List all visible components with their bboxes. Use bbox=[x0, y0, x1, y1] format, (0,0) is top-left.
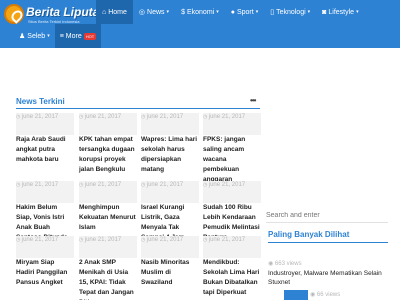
chevron-down-icon: ▾ bbox=[47, 33, 50, 39]
post-title[interactable]: FPKS: jangan saling ancam wacana pembeku… bbox=[203, 135, 261, 185]
eye-icon: ◉ bbox=[310, 292, 317, 298]
post-title[interactable]: Raja Arab Saudi angkat putra mahkota bar… bbox=[16, 135, 74, 165]
popular-views: ◉ 66 views bbox=[310, 292, 341, 298]
nav-item-label: More bbox=[65, 32, 82, 40]
nav-item-label: Lifestyle bbox=[328, 8, 355, 16]
nav-item-label: Teknologi bbox=[276, 8, 306, 16]
post-date: ◷ june 21, 2017 bbox=[16, 237, 59, 243]
post-date: ◷ june 21, 2017 bbox=[203, 237, 246, 243]
post-title[interactable]: Wapres: Lima hari sekolah harus dipersia… bbox=[141, 135, 199, 175]
popular-divider bbox=[268, 242, 388, 243]
secondary-nav: ♟ Seleb ▾ ≡ More HOT bbox=[14, 24, 102, 48]
ball-icon: ● bbox=[230, 8, 235, 16]
main-nav: ⌂ Home ◎ News ▾ $ Ekonomi ▾ ● Sport ▾ ▯ … bbox=[96, 0, 365, 24]
post-title[interactable]: Menghimpun Kekuatan Menurut Islam bbox=[79, 203, 137, 233]
popular-views: ◉ 663 views bbox=[268, 261, 302, 267]
nav-item-label: Ekonomi bbox=[186, 8, 215, 16]
section-title: News Terkini bbox=[16, 97, 65, 106]
post-title[interactable]: Mendikbud: Sekolah Lima Hari Bukan Dibat… bbox=[203, 258, 261, 298]
nav-item-lifestyle[interactable]: ◙ Lifestyle ▾ bbox=[316, 0, 364, 24]
post-title[interactable]: Miryam Siap Hadiri Panggilan Pansus Angk… bbox=[16, 258, 74, 288]
nav-item-sport[interactable]: ● Sport ▾ bbox=[225, 0, 264, 24]
chevron-down-icon: ▾ bbox=[255, 9, 259, 15]
popular-post-title[interactable]: Industroyer, Malware Mematikan Selain St… bbox=[268, 269, 400, 287]
menu-icon: ≡ bbox=[59, 32, 64, 40]
post-date: ◷ june 21, 2017 bbox=[16, 182, 59, 188]
nav-item-label: Seleb bbox=[27, 32, 46, 40]
more-options-icon[interactable]: ••• bbox=[250, 96, 256, 105]
nav-item-label: Home bbox=[108, 8, 127, 16]
post-date: ◷ june 21, 2017 bbox=[203, 114, 246, 120]
globe-icon: ◎ bbox=[138, 9, 146, 16]
post-date: ◷ june 21, 2017 bbox=[141, 114, 184, 120]
hot-badge: HOT bbox=[83, 32, 97, 40]
nav-item-news[interactable]: ◎ News ▾ bbox=[133, 0, 175, 24]
site-name: Berita Liputan bbox=[26, 5, 107, 19]
dollar-icon: $ bbox=[181, 8, 185, 16]
post-title[interactable]: 2 Anak SMP Menikah di Usia 15, KPAI: Tid… bbox=[79, 258, 137, 300]
popular-title: Paling Banyak Dilihat bbox=[268, 230, 350, 239]
nav-item-teknologi[interactable]: ▯ Teknologi ▾ bbox=[264, 0, 316, 24]
site-logo[interactable]: Berita Liputan Situs Berita Terkini Indo… bbox=[4, 4, 107, 26]
mobile-icon: ▯ bbox=[270, 9, 275, 16]
post-title[interactable]: KPK tahan empat tersangka dugaan korupsi… bbox=[79, 135, 137, 175]
nav-item-more[interactable]: ≡ More HOT bbox=[54, 24, 102, 48]
post-date: ◷ june 21, 2017 bbox=[203, 182, 246, 188]
post-date: ◷ june 21, 2017 bbox=[141, 182, 184, 188]
section-divider bbox=[16, 108, 260, 109]
chevron-down-icon: ▾ bbox=[356, 9, 359, 15]
post-title[interactable]: Nasib Minoritas Muslim di Swaziland bbox=[141, 258, 199, 288]
camera-icon: ◙ bbox=[322, 8, 327, 16]
chevron-down-icon: ▾ bbox=[166, 9, 170, 15]
nav-item-seleb[interactable]: ♟ Seleb ▾ bbox=[14, 24, 55, 48]
nav-item-ekonomi[interactable]: $ Ekonomi ▾ bbox=[175, 0, 225, 24]
post-date: ◷ june 21, 2017 bbox=[79, 237, 122, 243]
users-icon: ♟ bbox=[19, 33, 26, 40]
chevron-down-icon: ▾ bbox=[216, 9, 219, 15]
nav-item-label: Sport bbox=[236, 8, 254, 16]
post-date: ◷ june 21, 2017 bbox=[16, 114, 59, 120]
logo-icon bbox=[4, 4, 24, 24]
home-icon: ⌂ bbox=[102, 8, 107, 16]
site-header: Berita Liputan Situs Berita Terkini Indo… bbox=[0, 0, 400, 48]
post-date: ◷ june 21, 2017 bbox=[79, 182, 122, 188]
nav-item-label: News bbox=[147, 8, 165, 16]
search-box bbox=[266, 207, 388, 223]
chevron-down-icon: ▾ bbox=[307, 9, 311, 15]
post-date: ◷ june 21, 2017 bbox=[79, 114, 122, 120]
nav-item-home[interactable]: ⌂ Home bbox=[96, 0, 133, 24]
popular-post-thumbnail[interactable] bbox=[284, 290, 308, 300]
eye-icon: ◉ bbox=[268, 261, 275, 267]
post-date: ◷ june 21, 2017 bbox=[141, 237, 184, 243]
search-input[interactable] bbox=[266, 209, 378, 221]
